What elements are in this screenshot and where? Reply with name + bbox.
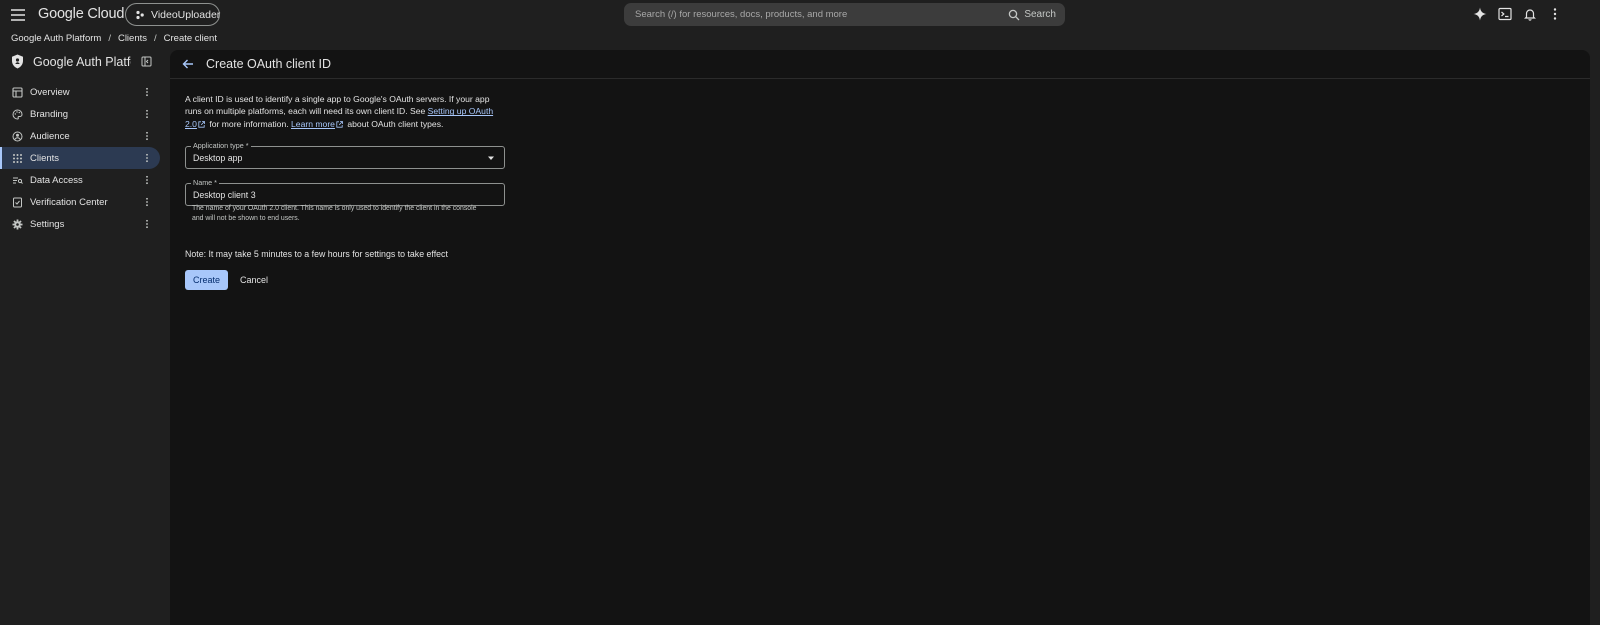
back-arrow-icon[interactable] bbox=[181, 57, 195, 71]
auth-platform-shield-icon bbox=[11, 54, 24, 69]
breadcrumb-separator: / bbox=[108, 33, 111, 44]
sidebar-title: Google Auth Platform bbox=[33, 54, 131, 69]
name-help-text: The name of your OAuth 2.0 client. This … bbox=[192, 205, 477, 222]
sidebar-item-label: Data Access bbox=[30, 174, 83, 186]
sidebar-header: Google Auth Platform bbox=[11, 54, 161, 69]
gear-icon bbox=[12, 219, 23, 230]
application-type-select[interactable]: Application type * Desktop app bbox=[185, 141, 505, 169]
apps-grid-icon bbox=[12, 153, 23, 164]
breadcrumb-separator: / bbox=[154, 33, 157, 44]
palette-icon bbox=[12, 108, 23, 120]
sidebar-nav: Overview Branding Audience Clients Data … bbox=[0, 81, 160, 235]
main-panel: Create OAuth client ID A client ID is us… bbox=[170, 50, 1590, 625]
account-circle-icon bbox=[12, 131, 23, 142]
open-in-new-icon bbox=[198, 120, 205, 128]
more-vert-icon[interactable] bbox=[142, 197, 152, 207]
name-label: Name * bbox=[191, 178, 219, 187]
breadcrumb-item-google-auth-platform[interactable]: Google Auth Platform bbox=[11, 33, 101, 44]
learn-more-link[interactable]: Learn more bbox=[291, 119, 335, 129]
project-icon bbox=[135, 10, 145, 20]
application-type-label: Application type * bbox=[191, 141, 251, 150]
breadcrumb: Google Auth Platform / Clients / Create … bbox=[11, 33, 217, 44]
project-name: VideoUploader bbox=[151, 8, 221, 21]
cancel-button[interactable]: Cancel bbox=[234, 270, 274, 290]
page-header: Create OAuth client ID bbox=[170, 50, 1590, 79]
sidebar-item-audience[interactable]: Audience bbox=[0, 125, 160, 147]
settings-note: Note: It may take 5 minutes to a few hou… bbox=[185, 249, 448, 259]
sidebar-item-verification-center[interactable]: Verification Center bbox=[0, 191, 160, 213]
sidebar-item-label: Verification Center bbox=[30, 196, 108, 208]
open-in-new-icon bbox=[336, 120, 343, 128]
verified-icon bbox=[12, 197, 23, 208]
gemini-sparkle-icon[interactable] bbox=[1473, 7, 1487, 21]
sidebar-item-data-access[interactable]: Data Access bbox=[0, 169, 160, 191]
google-cloud-logo[interactable]: Google Cloud bbox=[38, 6, 124, 22]
sidebar-item-branding[interactable]: Branding bbox=[0, 103, 160, 125]
top-bar: Google Cloud VideoUploader Search bbox=[0, 0, 1600, 29]
sidebar-item-label: Branding bbox=[30, 108, 69, 120]
data-access-icon bbox=[12, 175, 23, 186]
menu-icon[interactable] bbox=[9, 6, 27, 24]
search-input[interactable] bbox=[635, 9, 1009, 20]
name-input[interactable] bbox=[193, 190, 493, 200]
search-bar[interactable]: Search bbox=[624, 3, 1065, 26]
sidebar: Google Auth Platform Overview Branding bbox=[0, 50, 166, 625]
sidebar-item-label: Audience bbox=[30, 130, 70, 142]
breadcrumb-item-create-client: Create client bbox=[163, 33, 217, 44]
name-field[interactable]: Name * bbox=[185, 178, 505, 206]
intro-text: A client ID is used to identify a single… bbox=[185, 93, 505, 130]
search-button[interactable]: Search bbox=[1008, 9, 1065, 21]
more-vert-icon[interactable] bbox=[142, 153, 152, 163]
application-type-value: Desktop app bbox=[193, 153, 243, 163]
more-vert-icon[interactable] bbox=[142, 109, 152, 119]
sidebar-item-label: Clients bbox=[30, 152, 60, 164]
intro-text-part: about OAuth client types. bbox=[344, 118, 444, 129]
breadcrumb-item-clients[interactable]: Clients bbox=[118, 33, 147, 44]
project-picker[interactable]: VideoUploader bbox=[125, 3, 220, 26]
more-vert-icon[interactable] bbox=[142, 175, 152, 185]
page-title: Create OAuth client ID bbox=[206, 57, 332, 71]
sidebar-item-clients[interactable]: Clients bbox=[0, 147, 160, 169]
dashboard-icon bbox=[12, 86, 23, 98]
sidebar-item-label: Overview bbox=[30, 86, 70, 98]
bell-icon[interactable] bbox=[1523, 7, 1537, 21]
more-vert-icon[interactable] bbox=[142, 131, 152, 141]
sidebar-item-label: Settings bbox=[30, 218, 65, 230]
create-button[interactable]: Create bbox=[185, 270, 228, 290]
top-actions bbox=[1473, 7, 1562, 21]
more-vert-icon[interactable] bbox=[1548, 7, 1562, 21]
sidebar-item-overview[interactable]: Overview bbox=[0, 81, 160, 103]
search-button-label: Search bbox=[1024, 9, 1056, 20]
collapse-sidebar-icon[interactable] bbox=[141, 56, 152, 67]
more-vert-icon[interactable] bbox=[142, 219, 152, 229]
intro-text-part: for more information. bbox=[206, 118, 292, 129]
cloud-shell-icon[interactable] bbox=[1498, 7, 1512, 21]
more-vert-icon[interactable] bbox=[142, 87, 152, 97]
search-icon bbox=[1008, 9, 1020, 21]
dropdown-arrow-icon bbox=[487, 154, 495, 162]
sidebar-item-settings[interactable]: Settings bbox=[0, 213, 160, 235]
